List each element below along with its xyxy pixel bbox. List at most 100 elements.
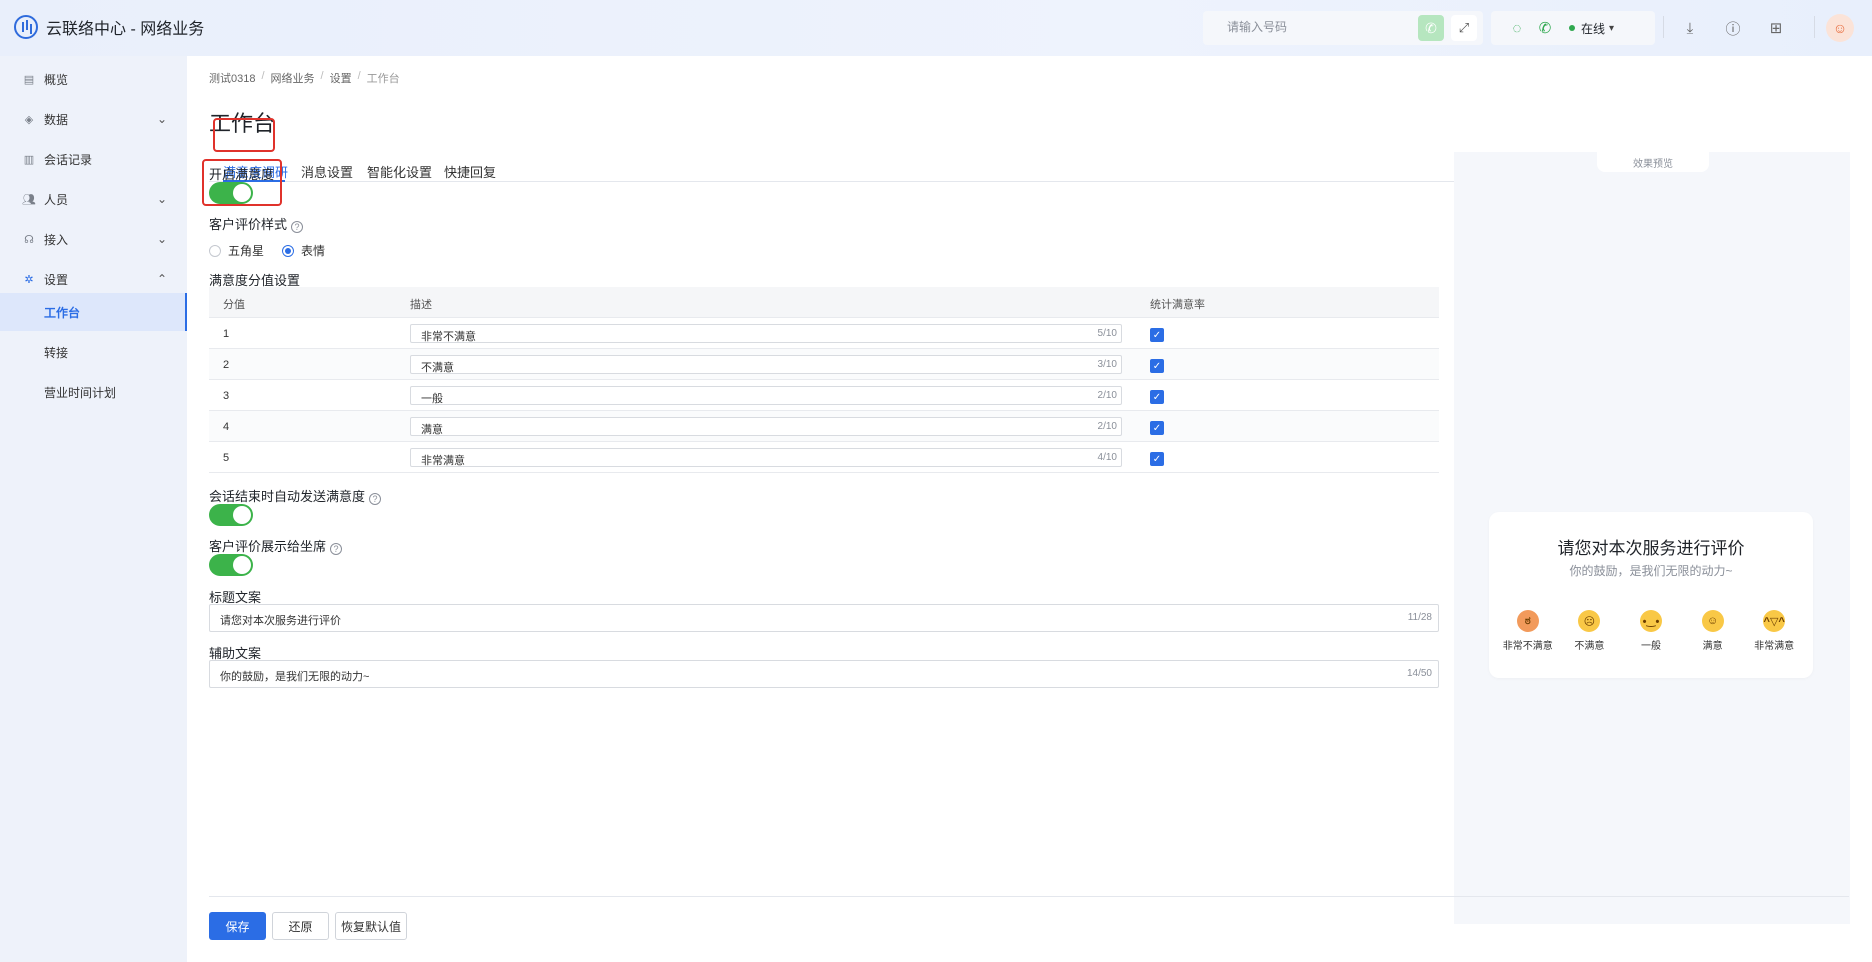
avatar[interactable]: ☺ bbox=[1826, 14, 1854, 42]
sidebar-item-data[interactable]: ◈ 数据 ⌄ bbox=[0, 100, 187, 138]
breadcrumb-item[interactable]: 网络业务 bbox=[271, 70, 315, 86]
char-count: 11/28 bbox=[1407, 612, 1432, 623]
sub-text-input[interactable]: 你的鼓励，是我们无限的动力~ 14/50 bbox=[209, 660, 1439, 688]
description-input[interactable]: 满意 2/10 bbox=[410, 417, 1122, 436]
help-icon[interactable]: ? bbox=[291, 221, 304, 233]
preview-subtitle: 你的鼓励，是我们无限的动力~ bbox=[1569, 564, 1733, 578]
sidebar-item-label: 设置 bbox=[44, 272, 69, 287]
tab-quick-reply[interactable]: 快捷回复 bbox=[444, 162, 496, 181]
radio-star[interactable] bbox=[209, 244, 221, 257]
column-header: 分值 bbox=[223, 299, 245, 311]
description-value: 满意 bbox=[421, 424, 443, 436]
help-icon[interactable]: ⓘ bbox=[1723, 18, 1743, 38]
preview-title: 请您对本次服务进行评价 bbox=[1557, 539, 1745, 558]
sub-text-value: 你的鼓励，是我们无限的动力~ bbox=[220, 671, 370, 683]
sidebar-item-session-records[interactable]: ▥ 会话记录 bbox=[0, 140, 187, 178]
emoji-label: 一般 bbox=[1640, 641, 1661, 652]
char-count: 2/10 bbox=[1097, 421, 1117, 432]
call-button[interactable]: ✆ bbox=[1418, 15, 1444, 41]
sidebar-item-transfer[interactable]: 转接 bbox=[0, 333, 187, 371]
data-icon: ◈ bbox=[24, 113, 34, 126]
restore-button[interactable]: 还原 bbox=[272, 912, 329, 940]
breadcrumb-item[interactable]: 设置 bbox=[330, 70, 352, 86]
radio-star-label[interactable]: 五角星 bbox=[228, 242, 264, 259]
table-row: 5 非常满意 4/10 ✓ bbox=[209, 441, 1439, 472]
score-value: 4 bbox=[223, 421, 230, 433]
description-value: 非常满意 bbox=[421, 455, 465, 467]
emoji-option: ☹ 不满意 bbox=[1559, 610, 1619, 652]
description-input[interactable]: 非常不满意 5/10 bbox=[410, 324, 1122, 343]
sidebar-item-label: 概览 bbox=[44, 72, 69, 87]
phone-number-input[interactable] bbox=[1227, 20, 1407, 34]
very-unsatisfied-emoji-icon: ಠ bbox=[1516, 610, 1539, 632]
emoji-label: 满意 bbox=[1702, 641, 1723, 652]
stat-checkbox[interactable]: ✓ bbox=[1150, 421, 1164, 435]
column-header: 描述 bbox=[410, 299, 432, 311]
emoji-label: 非常满意 bbox=[1754, 641, 1795, 652]
people-icon: 👥︎ bbox=[22, 193, 36, 206]
brand: 云联络中心 - 网络业务 bbox=[14, 15, 204, 39]
auto-send-label: 会话结束时自动发送满意度? bbox=[209, 486, 382, 505]
session-record-icon: ▥ bbox=[23, 153, 35, 166]
divider bbox=[1814, 16, 1815, 38]
phone-status-icon[interactable]: ✆ bbox=[1535, 18, 1555, 38]
description-input[interactable]: 不满意 3/10 bbox=[410, 355, 1122, 374]
reset-default-button[interactable]: 恢复默认值 bbox=[335, 912, 407, 940]
stat-checkbox[interactable]: ✓ bbox=[1150, 390, 1164, 404]
stat-checkbox[interactable]: ✓ bbox=[1150, 359, 1164, 373]
apps-grid-icon[interactable]: ⊞ bbox=[1766, 18, 1786, 38]
rating-style-label-text: 客户评价样式 bbox=[209, 217, 288, 232]
stat-checkbox[interactable]: ✓ bbox=[1150, 328, 1164, 342]
score-table: 分值 描述 统计满意率 1 非常不满意 5/10 ✓ 2 不满意 3/10 ✓ 3 … bbox=[209, 287, 1439, 473]
chat-icon[interactable]: ◌ bbox=[1507, 18, 1527, 38]
expand-button[interactable]: ⤢ bbox=[1451, 15, 1477, 41]
help-icon[interactable]: ? bbox=[369, 493, 382, 505]
help-icon[interactable]: ? bbox=[330, 543, 343, 555]
show-agent-label-text: 客户评价展示给坐席 bbox=[209, 539, 327, 554]
sidebar-item-workbench[interactable]: 工作台 bbox=[0, 293, 187, 331]
status-select[interactable]: 在线 bbox=[1581, 20, 1605, 37]
title-text-input[interactable]: 请您对本次服务进行评价 11/28 bbox=[209, 604, 1439, 632]
char-count: 14/50 bbox=[1406, 668, 1432, 679]
auto-send-label-text: 会话结束时自动发送满意度 bbox=[209, 489, 366, 504]
description-input[interactable]: 非常满意 4/10 bbox=[410, 448, 1122, 467]
gear-icon: ✲ bbox=[24, 273, 34, 286]
agent-status-box: ◌ ✆ 在线 ▾ bbox=[1491, 11, 1655, 45]
chevron-down-icon: ⌄ bbox=[156, 232, 167, 246]
sidebar-item-overview[interactable]: ▤ 概览 bbox=[0, 60, 187, 98]
sidebar-item-label: 会话记录 bbox=[44, 152, 93, 167]
sidebar-item-business-hours[interactable]: 营业时间计划 bbox=[0, 373, 187, 411]
stat-checkbox[interactable]: ✓ bbox=[1150, 452, 1164, 466]
sidebar-item-access[interactable]: ☊ 接入 ⌄ bbox=[0, 220, 187, 258]
emoji-label: 非常不满意 bbox=[1502, 641, 1553, 652]
show-agent-toggle[interactable] bbox=[209, 554, 253, 576]
description-value: 一般 bbox=[421, 393, 443, 405]
expand-icon: ⤢ bbox=[1458, 20, 1470, 35]
score-value: 1 bbox=[223, 328, 230, 340]
emoji-option: ಠ 非常不满意 bbox=[1498, 610, 1558, 652]
download-icon[interactable]: ⤓ bbox=[1680, 18, 1700, 38]
sidebar-item-label: 接入 bbox=[44, 232, 69, 247]
description-input[interactable]: 一般 2/10 bbox=[410, 386, 1122, 405]
preview-tab: 效果预览 bbox=[1597, 152, 1709, 172]
score-value: 3 bbox=[223, 390, 230, 402]
breadcrumb: 测试0318 / 网络业务 / 设置 / 工作台 bbox=[209, 70, 400, 86]
chevron-down-icon[interactable]: ▾ bbox=[1609, 23, 1614, 34]
char-count: 3/10 bbox=[1097, 359, 1117, 370]
overview-icon: ▤ bbox=[23, 73, 35, 86]
chevron-down-icon: ⌄ bbox=[156, 112, 167, 126]
radio-emoji[interactable] bbox=[282, 244, 295, 257]
phone-icon: ✆ bbox=[1425, 19, 1437, 36]
auto-send-toggle[interactable] bbox=[209, 504, 253, 526]
radio-emoji-label[interactable]: 表情 bbox=[301, 242, 325, 259]
tab-message-settings[interactable]: 消息设置 bbox=[301, 162, 353, 181]
tab-smart-settings[interactable]: 智能化设置 bbox=[367, 162, 432, 181]
breadcrumb-item[interactable]: 测试0318 bbox=[209, 70, 255, 86]
char-count: 2/10 bbox=[1097, 390, 1117, 401]
sidebar-item-people[interactable]: 👥︎ 人员 ⌄ bbox=[0, 180, 187, 218]
neutral-emoji-icon: •‿• bbox=[1639, 610, 1662, 632]
table-header: 分值 描述 统计满意率 bbox=[209, 287, 1439, 317]
description-value: 不满意 bbox=[421, 362, 454, 374]
save-button[interactable]: 保存 bbox=[209, 912, 266, 940]
rating-style-radio-group: 五角星 表情 bbox=[209, 242, 325, 259]
